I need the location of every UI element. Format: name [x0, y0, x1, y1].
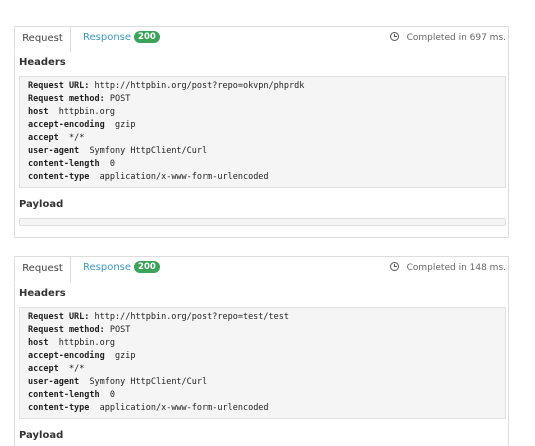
- header-value: */*: [68, 133, 85, 143]
- header-key: user-agent: [28, 146, 80, 156]
- header-key: content-length: [28, 390, 100, 400]
- header-key: user-agent: [28, 377, 80, 387]
- tab-bar: Request Response 200 Completed in 148 ms.: [14, 256, 510, 283]
- header-value: application/x-www-form-urlencoded: [99, 403, 269, 413]
- payload-box: [19, 218, 506, 226]
- clock-icon: [389, 262, 399, 271]
- header-row: Request URL: http://httpbin.org/post?rep…: [28, 80, 497, 93]
- tab-response-label: Response: [83, 262, 132, 273]
- header-value: http://httpbin.org/post?repo=test/test: [94, 312, 290, 322]
- header-key: content-type: [28, 172, 90, 182]
- header-value: POST: [109, 94, 131, 104]
- request-card: Request Response 200 Completed in 148 ms.…: [14, 256, 509, 446]
- header-row: accept */*: [28, 132, 497, 145]
- completed-time: Completed in 697 ms.: [389, 28, 506, 48]
- header-row: user-agent Symfony HttpClient/Curl: [28, 376, 497, 389]
- headers-box: Request URL: http://httpbin.org/post?rep…: [19, 307, 506, 419]
- payload-heading: Payload: [19, 430, 64, 441]
- tab-bar: Request Response 200 Completed in 697 ms.: [14, 26, 510, 53]
- tab-request[interactable]: Request: [14, 26, 71, 53]
- clock-icon: [389, 32, 399, 41]
- header-row: host httpbin.org: [28, 337, 497, 350]
- header-key: Request URL:: [28, 81, 90, 91]
- header-key: Request method:: [28, 94, 105, 104]
- headers-heading: Headers: [19, 288, 66, 299]
- header-key: accept-encoding: [28, 351, 105, 361]
- header-row: content-length 0: [28, 158, 497, 171]
- request-card: Request Response 200 Completed in 697 ms.…: [14, 26, 509, 238]
- header-key: host: [28, 107, 49, 117]
- header-value: gzip: [115, 351, 136, 361]
- header-key: host: [28, 338, 49, 348]
- header-value: Symfony HttpClient/Curl: [89, 146, 208, 156]
- header-row: accept-encoding gzip: [28, 119, 497, 132]
- header-value: gzip: [115, 120, 136, 130]
- header-value: httpbin.org: [58, 107, 116, 117]
- payload-heading: Payload: [19, 199, 64, 210]
- header-row: user-agent Symfony HttpClient/Curl: [28, 145, 497, 158]
- header-value: Symfony HttpClient/Curl: [89, 377, 208, 387]
- header-row: content-length 0: [28, 389, 497, 402]
- headers-box: Request URL: http://httpbin.org/post?rep…: [19, 76, 506, 188]
- header-key: content-length: [28, 159, 100, 169]
- header-value: httpbin.org: [58, 338, 116, 348]
- header-value: */*: [68, 364, 85, 374]
- header-value: http://httpbin.org/post?repo=okvpn/phprd…: [94, 81, 305, 91]
- header-key: accept: [28, 133, 59, 143]
- header-row: accept-encoding gzip: [28, 350, 497, 363]
- status-badge: 200: [134, 261, 160, 273]
- header-row: Request URL: http://httpbin.org/post?rep…: [28, 311, 497, 324]
- header-row: Request method: POST: [28, 93, 497, 106]
- tab-request[interactable]: Request: [14, 256, 71, 283]
- completed-text: Completed in 697 ms.: [406, 33, 506, 43]
- header-row: accept */*: [28, 363, 497, 376]
- header-row: content-type application/x-www-form-urle…: [28, 171, 497, 184]
- tab-response-label: Response: [83, 32, 132, 43]
- header-key: accept: [28, 364, 59, 374]
- header-row: content-type application/x-www-form-urle…: [28, 402, 497, 415]
- completed-time: Completed in 148 ms.: [389, 258, 506, 278]
- header-value: 0: [109, 390, 116, 400]
- tab-response[interactable]: Response 200: [83, 256, 160, 283]
- header-key: Request URL:: [28, 312, 90, 322]
- header-key: content-type: [28, 403, 90, 413]
- header-value: POST: [109, 325, 131, 335]
- header-key: Request method:: [28, 325, 105, 335]
- header-value: application/x-www-form-urlencoded: [99, 172, 269, 182]
- tab-response[interactable]: Response 200: [83, 26, 160, 53]
- header-row: Request method: POST: [28, 324, 497, 337]
- completed-text: Completed in 148 ms.: [406, 263, 506, 273]
- header-row: host httpbin.org: [28, 106, 497, 119]
- headers-heading: Headers: [19, 57, 66, 68]
- status-badge: 200: [134, 31, 160, 43]
- header-key: accept-encoding: [28, 120, 105, 130]
- header-value: 0: [109, 159, 116, 169]
